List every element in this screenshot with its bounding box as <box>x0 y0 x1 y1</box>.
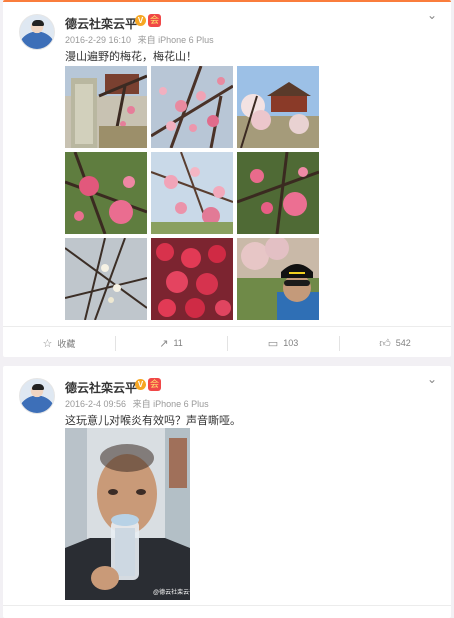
photo-thumbnail[interactable] <box>151 238 233 320</box>
post-meta: 2016-2-29 16:10 来自 iPhone 6 Plus <box>65 33 218 46</box>
member-crown-icon: 会 <box>148 378 161 391</box>
comment-icon: ▭ <box>267 337 279 350</box>
post-time[interactable]: 2016-2-29 16:10 <box>65 35 131 45</box>
repost-button[interactable]: ↗ 11 <box>115 327 227 359</box>
avatar[interactable] <box>19 378 55 414</box>
photo-thumbnail[interactable] <box>65 238 147 320</box>
post-text: 这玩意儿对喉炎有效吗？声音嘶哑。 <box>65 415 241 427</box>
verified-badge-icon: V <box>135 15 146 26</box>
favorite-button[interactable]: ☆ 收藏 <box>3 327 115 359</box>
watermark-text: @德云社栾云平 <box>153 588 190 596</box>
photo-thumbnail[interactable] <box>151 66 233 148</box>
action-bar <box>3 605 451 618</box>
post-card: 德云社栾云平 V 会 2016-2-29 16:10 来自 iPhone 6 P… <box>3 0 451 357</box>
photo-thumbnail[interactable] <box>151 152 233 234</box>
like-count: 542 <box>395 338 411 348</box>
post-time[interactable]: 2016-2-4 09:56 <box>65 399 126 409</box>
photo-grid <box>65 66 319 320</box>
photo-thumbnail[interactable] <box>237 66 319 148</box>
member-crown-icon: 会 <box>148 14 161 27</box>
post-meta: 2016-2-4 09:56 来自 iPhone 6 Plus <box>65 397 213 410</box>
photo-thumbnail[interactable] <box>65 66 147 148</box>
comment-button[interactable]: ▭ 103 <box>227 327 339 359</box>
star-icon: ☆ <box>42 337 53 350</box>
post-card: 德云社栾云平 V 会 2016-2-4 09:56 来自 iPhone 6 Pl… <box>3 366 451 618</box>
repost-count: 11 <box>173 338 183 348</box>
chevron-down-icon[interactable]: ⌄ <box>427 372 437 386</box>
photo-thumbnail[interactable] <box>237 238 319 320</box>
avatar[interactable] <box>19 14 55 50</box>
photo-thumbnail[interactable] <box>237 152 319 234</box>
weibo-feed: 德云社栾云平 V 会 2016-2-29 16:10 来自 iPhone 6 P… <box>0 0 454 618</box>
thumbs-up-icon: 👍︎ <box>379 337 391 350</box>
action-bar: ☆ 收藏 ↗ 11 ▭ 103 👍︎ 542 <box>3 326 451 359</box>
like-button[interactable]: 👍︎ 542 <box>339 327 451 359</box>
photo-single[interactable]: @德云社栾云平 <box>65 428 190 600</box>
favorite-label: 收藏 <box>57 338 76 349</box>
repost-icon: ↗ <box>159 337 169 350</box>
comment-count: 103 <box>283 338 299 348</box>
photo-thumbnail[interactable] <box>65 152 147 234</box>
post-text: 漫山遍野的梅花，梅花山！ <box>65 51 197 63</box>
verified-badge-icon: V <box>135 379 146 390</box>
author-name[interactable]: 德云社栾云平 <box>65 15 137 32</box>
chevron-down-icon[interactable]: ⌄ <box>427 8 437 22</box>
post-source: 来自 iPhone 6 Plus <box>137 35 214 45</box>
author-name[interactable]: 德云社栾云平 <box>65 379 137 396</box>
post-source: 来自 iPhone 6 Plus <box>132 399 209 409</box>
